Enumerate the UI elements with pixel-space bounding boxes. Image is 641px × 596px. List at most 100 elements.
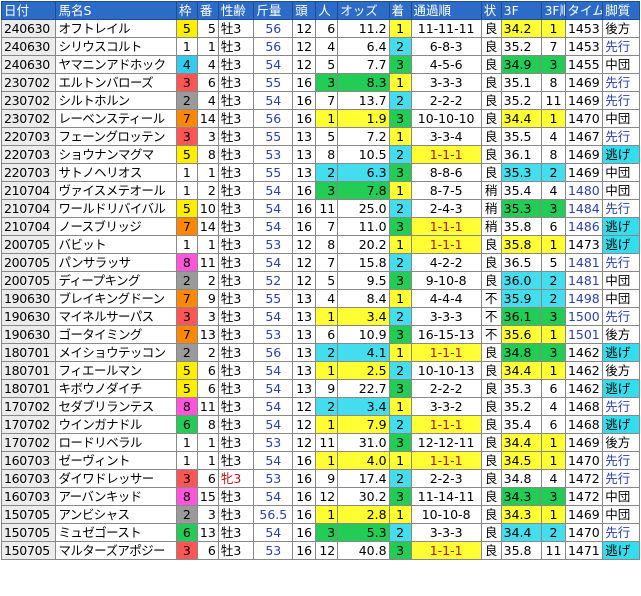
table-row[interactable]: 160703 アーバンキッド 8 15 牡3 54 16 12 30.2 3 11-14-11 良 34… <box>0 487 640 506</box>
horse-name[interactable]: ショウナンマグマ <box>55 145 177 164</box>
column-header[interactable]: 着 <box>388 1 412 20</box>
horse-name[interactable]: ディープキング <box>55 271 177 290</box>
table-row[interactable]: 190630 ゴータイミング 7 13 牡3 53 13 6 10.9 3 16-15-13 不 35.… <box>0 325 640 344</box>
column-header[interactable]: 通過順 <box>410 1 482 20</box>
running-style: 先行 <box>602 73 640 92</box>
table-row[interactable]: 210704 ノースブリッジ 7 14 牡3 54 16 7 11.0 3 1-1-1 稍 35.8 6 1… <box>0 217 640 236</box>
table-row[interactable]: 220703 サトノヘリオス 1 1 牡3 55 13 2 6.3 3 8-8-6 良 35.3 2 146… <box>0 163 640 182</box>
table-row[interactable]: 240630 ヤマニンアドホック 4 4 牡3 54 12 5 7.7 3 4-5-6 良 34.9 3 1… <box>0 55 640 74</box>
table-row[interactable]: 160703 ゼーヴィント 1 1 牡3 54 16 1 4.0 1 1-1-1 良 34.5 1 1470… <box>0 451 640 470</box>
horse-name[interactable]: オフトレイル <box>55 19 177 38</box>
track-condition: 稍 <box>480 199 502 218</box>
passing-order: 9-10-8 <box>410 271 482 290</box>
column-header[interactable]: 脚質 <box>602 1 640 20</box>
horse-name[interactable]: シリウスコルト <box>55 37 177 56</box>
column-header[interactable]: 番 <box>196 1 219 20</box>
table-row[interactable]: 200705 パンサラッサ 8 11 牡3 54 12 7 15.8 2 4-2-2 良 36.5 5 14… <box>0 253 640 272</box>
track-condition: 良 <box>480 343 502 362</box>
horse-name[interactable]: ミュゼゴースト <box>55 523 177 542</box>
running-style: 中団 <box>602 55 640 74</box>
table-row[interactable]: 180701 メイショウテッコン 2 2 牡3 56 13 2 4.1 1 1-1-1 良 34.8 3 1… <box>0 343 640 362</box>
horse-name[interactable]: セダブリランテス <box>55 397 177 416</box>
table-row[interactable]: 180701 フィエールマン 5 6 牡3 54 13 1 2.5 2 10-10-13 良 34.4 1… <box>0 361 640 380</box>
horse-name[interactable]: ヴァイスメテオール <box>55 181 177 200</box>
horse-name[interactable]: ワールドリバイバル <box>55 199 177 218</box>
horse-name[interactable]: アンビシャス <box>55 505 177 524</box>
table-row[interactable]: 230702 エルトンバローズ 3 6 牡3 55 16 3 8.3 1 3-3-3 良 35.1 8 14… <box>0 73 640 92</box>
column-header[interactable]: 枠 <box>175 1 198 20</box>
table-row[interactable]: 180701 キボウノダイチ 5 6 牡3 54 13 9 22.7 3 2-2-2 良 35.3 6 14… <box>0 379 640 398</box>
horse-name[interactable]: マイネルサーパス <box>55 307 177 326</box>
popularity: 2 <box>315 397 339 416</box>
column-header[interactable]: 3F順 <box>541 1 566 20</box>
horse-name[interactable]: シルトホルン <box>55 91 177 110</box>
table-row[interactable]: 230702 シルトホルン 2 4 牡3 54 16 7 13.7 2 2-2-2 良 35.2 11 14… <box>0 91 640 110</box>
horse-name[interactable]: バビット <box>55 235 177 254</box>
horse-name[interactable]: ゴータイミング <box>55 325 177 344</box>
weight-carried: 54 <box>253 253 294 272</box>
finish-position: 1 <box>388 19 412 38</box>
race-date: 210704 <box>0 217 57 236</box>
table-row[interactable]: 220703 ショウナンマグマ 5 8 牡3 53 13 8 10.5 2 1-1-1 良 36.1 8 1… <box>0 145 640 164</box>
table-row[interactable]: 230702 レーベンスティール 7 14 牡3 56 16 1 1.9 3 10-10-10 良 34… <box>0 109 640 128</box>
sex-age: 牡3 <box>217 415 255 434</box>
column-header[interactable]: オッズ <box>337 1 390 20</box>
column-header[interactable]: 3F <box>500 1 543 20</box>
table-row[interactable]: 150705 マルターズアポジー 3 6 牡3 53 16 12 40.8 3 1-1-1 良 35.8… <box>0 541 640 560</box>
horse-name[interactable]: ダイワドレッサー <box>55 469 177 488</box>
horse-name[interactable]: キボウノダイチ <box>55 379 177 398</box>
table-row[interactable]: 210704 ヴァイスメテオール 1 2 牡3 54 16 3 7.8 1 8-7-5 稍 35.4 4 1… <box>0 181 640 200</box>
horse-name[interactable]: フェーングロッテン <box>55 127 177 146</box>
weight-carried: 54 <box>253 523 294 542</box>
finish-time: 1501 <box>564 325 604 344</box>
table-row[interactable]: 150705 ミュゼゴースト 6 13 牡3 54 16 3 5.3 2 3-3-3 良 34.4 2 14… <box>0 523 640 542</box>
column-header[interactable]: 馬名S <box>55 1 177 20</box>
last-3f: 35.3 <box>500 379 543 398</box>
table-row[interactable]: 150705 アンビシャス 2 3 牡3 56.5 16 1 2.8 1 10-10-8 良 34.3 1… <box>0 505 640 524</box>
odds: 5.3 <box>337 523 390 542</box>
horse-number: 14 <box>196 109 219 128</box>
table-row[interactable]: 240630 シリウスコルト 1 1 牡3 56 12 4 6.4 2 6-8-3 良 35.2 7 145… <box>0 37 640 56</box>
horse-name[interactable]: ノースブリッジ <box>55 217 177 236</box>
column-header[interactable]: 斤量 <box>253 1 294 20</box>
horse-name[interactable]: アーバンキッド <box>55 487 177 506</box>
horse-name[interactable]: フィエールマン <box>55 361 177 380</box>
table-row[interactable]: 200705 バビット 1 1 牡3 53 12 8 20.2 1 1-1-1 良 35.8 1 1473 逃… <box>0 235 640 254</box>
horse-name[interactable]: レーベンスティール <box>55 109 177 128</box>
horse-name[interactable]: エルトンバローズ <box>55 73 177 92</box>
horse-name[interactable]: ウインガナドル <box>55 415 177 434</box>
column-header[interactable]: 日付 <box>0 1 57 20</box>
horse-name[interactable]: マルターズアポジー <box>55 541 177 560</box>
column-header[interactable]: 頭 <box>292 1 317 20</box>
table-row[interactable]: 170702 ロードリベラル 1 1 牡3 53 12 11 31.0 3 12-12-11 良 34.… <box>0 433 640 452</box>
table-row[interactable]: 190630 マイネルサーパス 3 3 牡3 54 13 1 3.4 2 3-3-3 不 36.1 3 15… <box>0 307 640 326</box>
table-row[interactable]: 170702 セダブリランテス 8 11 牡3 54 12 2 3.4 1 3-3-2 良 35.2 4 1… <box>0 397 640 416</box>
table-row[interactable]: 200705 ディープキング 2 2 牡3 52 12 5 9.5 3 9-10-8 良 36.0 2 14… <box>0 271 640 290</box>
horse-name[interactable]: ロードリベラル <box>55 433 177 452</box>
column-header[interactable]: 人 <box>315 1 339 20</box>
finish-position: 1 <box>388 343 412 362</box>
horse-name[interactable]: ゼーヴィント <box>55 451 177 470</box>
field-size: 16 <box>292 487 317 506</box>
popularity: 6 <box>315 325 339 344</box>
horse-name[interactable]: ブレイキングドーン <box>55 289 177 308</box>
table-row[interactable]: 170702 ウインガナドル 6 8 牡3 54 12 1 7.9 2 1-1-1 良 35.4 6 146… <box>0 415 640 434</box>
table-row[interactable]: 190630 ブレイキングドーン 7 9 牡3 55 13 4 8.4 1 4-4-4 不 35.9 2 1… <box>0 289 640 308</box>
waku-number: 8 <box>175 487 198 506</box>
column-header[interactable]: 状 <box>480 1 502 20</box>
field-size: 16 <box>292 541 317 560</box>
table-row[interactable]: 160703 ダイワドレッサー 3 6 牝3 53 16 9 17.4 2 2-2-3 良 34.8 4 1… <box>0 469 640 488</box>
popularity: 9 <box>315 469 339 488</box>
horse-name[interactable]: パンサラッサ <box>55 253 177 272</box>
race-date: 190630 <box>0 325 57 344</box>
table-row[interactable]: 210704 ワールドリバイバル 5 10 牡3 54 16 11 25.0 2 2-4-3 稍 35.… <box>0 199 640 218</box>
horse-name[interactable]: メイショウテッコン <box>55 343 177 362</box>
column-header[interactable]: 性齢 <box>217 1 255 20</box>
horse-name[interactable]: サトノヘリオス <box>55 163 177 182</box>
running-style: 先行 <box>602 91 640 110</box>
column-header[interactable]: タイム <box>564 1 604 20</box>
table-row[interactable]: 220703 フェーングロッテン 3 3 牡3 55 13 5 7.2 1 3-3-4 良 35.5 4 1… <box>0 127 640 146</box>
last-3f-rank: 1 <box>541 19 566 38</box>
horse-name[interactable]: ヤマニンアドホック <box>55 55 177 74</box>
table-row[interactable]: 240630 オフトレイル 5 5 牡3 56 12 6 11.2 1 11-11-11 良 34.2 1… <box>0 19 640 38</box>
